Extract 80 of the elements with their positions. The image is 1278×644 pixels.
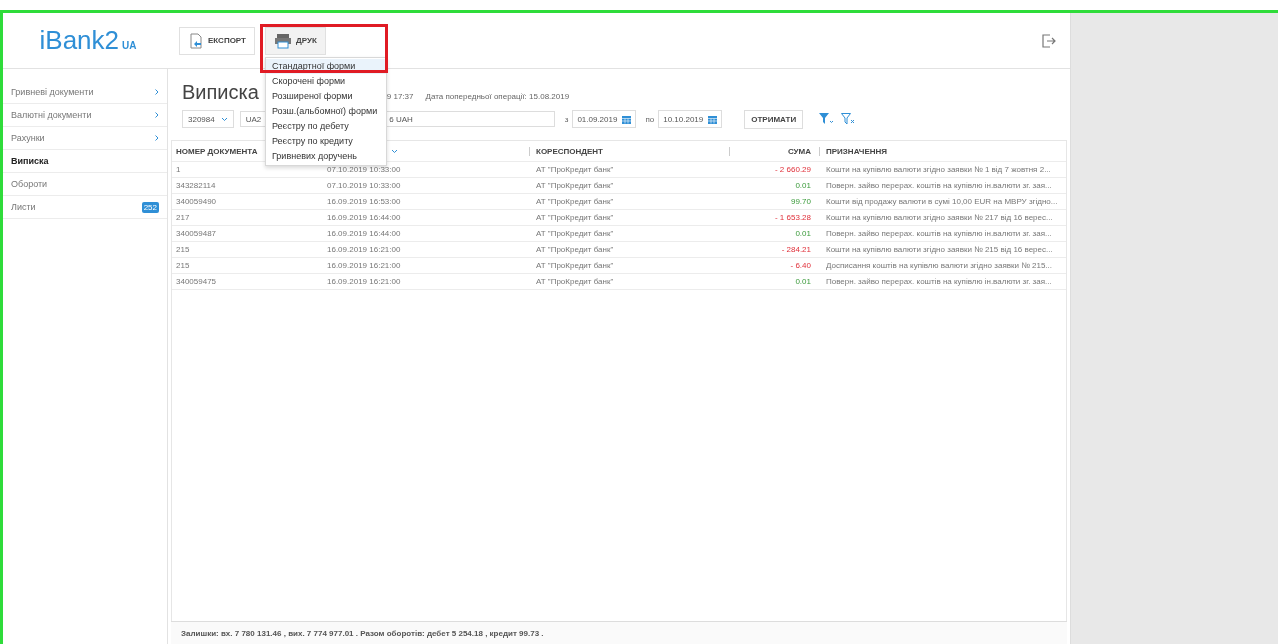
menu-item[interactable]: Розширеної форми	[266, 88, 386, 104]
table-cell-text: АТ "ПроКредит банк"	[535, 213, 615, 222]
table-cell-text: 340059490	[175, 197, 218, 206]
to-label: по	[645, 114, 655, 124]
date-from-field[interactable]: 01.09.2019	[572, 110, 637, 128]
clear-filter-icon[interactable]	[841, 113, 856, 125]
table-cell-text: Поверн. зайво перерах. коштів на купівлю ін.валюти зг. зая...	[825, 229, 1053, 238]
menu-item[interactable]: Скорочені форми	[266, 73, 386, 89]
table-cell-text: 16.09.2019 16:53:00	[326, 197, 402, 206]
table-cell-text: Поверн. зайво перерах. коштів на купівлю ін.валюти зг. зая...	[825, 277, 1053, 286]
sidebar-item[interactable]: Листи 252	[3, 196, 167, 219]
sidebar-item[interactable]: Рахунки	[3, 127, 167, 150]
sort-caret-icon[interactable]	[391, 148, 398, 154]
amount-cell-text: 0.01	[794, 181, 811, 190]
menu-item[interactable]: Гривневих доручень	[266, 148, 386, 164]
from-label: з	[564, 114, 569, 124]
column-header[interactable]: СУМА	[729, 146, 811, 156]
table-cell-text: АТ "ПроКредит банк"	[535, 197, 615, 206]
table-cell-text: АТ "ПроКредит банк"	[535, 277, 615, 286]
table-cell-text: 16.09.2019 16:21:00	[326, 245, 402, 254]
sidebar-item[interactable]: Валютні документи	[3, 104, 167, 127]
caret-icon	[220, 116, 228, 122]
amount-cell-text: - 2 660.29	[773, 165, 811, 174]
table-cell-text: АТ "ПроКредит банк"	[535, 245, 615, 254]
count-badge: 252	[141, 201, 159, 213]
table-cell-text: Кошти на купівлю валюти згідно заявки № 1 від 7 жовтня 2...	[825, 165, 1052, 174]
calendar-icon[interactable]	[708, 114, 718, 124]
table-cell-text: АТ "ПроКредит банк"	[535, 165, 615, 174]
table-cell-text: Кошти від продажу валюти в сумі 10,00 EUR на МВРУ згідно...	[825, 197, 1059, 206]
table-cell-text: 07.10.2019 10:33:00	[326, 165, 402, 174]
logo-suffix: UA	[122, 40, 137, 51]
filter-icon[interactable]	[819, 113, 834, 125]
page-title: Виписка	[182, 81, 259, 104]
export-icon	[188, 32, 204, 49]
table-cell-text: 217	[175, 213, 191, 222]
get-button[interactable]: ОТРИМАТИ	[744, 109, 804, 129]
table-cell-text: 16.09.2019 16:44:00	[326, 229, 402, 238]
account-select[interactable]: 320984	[182, 110, 234, 128]
printer-icon	[274, 32, 292, 49]
chevron-icon	[155, 89, 159, 95]
table-cell-text: 343282114	[175, 181, 217, 190]
calendar-icon[interactable]	[622, 114, 632, 124]
table-cell-text: Кошти на купівлю валюти згідно заявки № 217 від 16 верес...	[825, 213, 1054, 222]
sidebar-item[interactable]: Обороти	[3, 173, 167, 196]
amount-cell-text: - 284.21	[780, 245, 811, 254]
totals-text: Залишки: вх. 7 780 131.46 , вих. 7 774 977.01 . Разом оборотів: дебет 5 254.18 , кредит 99.73 .	[181, 628, 544, 638]
sidebar-item[interactable]: Виписка	[3, 150, 167, 173]
sidebar-item[interactable]: Гривневі документи	[3, 81, 167, 104]
logo-text: iBank2	[39, 25, 119, 56]
amount-cell-text: - 1 653.28	[773, 213, 811, 222]
table-cell-text: Досписання коштів на купівлю валюти згідно заявки № 215...	[825, 261, 1053, 270]
previous-operation-text: Дата попередньої операції: 15.08.2019	[425, 92, 570, 101]
logout-icon[interactable]	[1042, 33, 1056, 48]
amount-cell-text: 0.01	[794, 229, 811, 238]
table-cell-text: 340059487	[175, 229, 218, 238]
chevron-icon	[155, 112, 159, 118]
table-cell-text: 215	[175, 245, 191, 254]
amount-cell-text: 99.70	[789, 197, 811, 206]
table-cell-text: 07.10.2019 10:33:00	[326, 181, 402, 190]
menu-item[interactable]: Реєстру по кредиту	[266, 133, 386, 149]
table-cell-text: АТ "ПроКредит банк"	[535, 181, 615, 190]
table-cell-text: 1	[175, 165, 182, 174]
table-cell-text: Поверн. зайво перерах. коштів на купівлю ін.валюти зг. зая...	[825, 181, 1053, 190]
table-cell-text: 215	[175, 261, 191, 270]
print-button[interactable]: ДРУК	[265, 26, 326, 55]
table-cell-text: Кошти на купівлю валюти згідно заявки № 215 від 16 верес...	[825, 245, 1054, 254]
column-header[interactable]: ПРИЗНАЧЕННЯ	[819, 146, 1066, 156]
chevron-icon	[155, 135, 159, 141]
date-to-field[interactable]: 10.10.2019	[658, 110, 723, 128]
table-cell-text: АТ "ПроКредит банк"	[535, 229, 615, 238]
time-text: 9 17:37	[386, 92, 414, 101]
table-cell-text: 340059475	[175, 277, 218, 286]
amount-cell-text: - 6.40	[789, 261, 811, 270]
table-cell-text: 16.09.2019 16:21:00	[326, 261, 402, 270]
export-button[interactable]: ЕКСПОРТ	[179, 26, 255, 55]
table-cell-text: 16.09.2019 16:21:00	[326, 277, 402, 286]
amount-cell-text: 0.01	[794, 277, 811, 286]
table-cell-text: 16.09.2019 16:44:00	[326, 213, 402, 222]
table-cell-text: АТ "ПроКредит банк"	[535, 261, 615, 270]
column-header[interactable]: КОРЕСПОНДЕНТ	[529, 146, 729, 156]
